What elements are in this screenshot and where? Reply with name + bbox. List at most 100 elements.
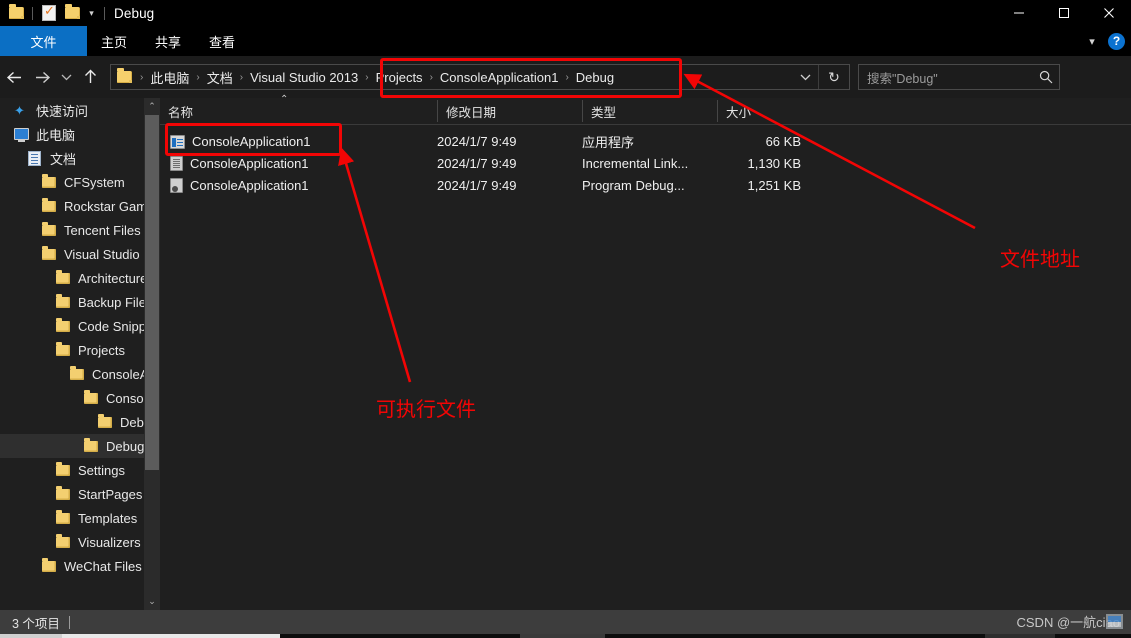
nav-item-icon: [84, 389, 106, 404]
folder-icon: [84, 437, 98, 452]
breadcrumb-separator-2[interactable]: ›: [236, 72, 247, 83]
address-dropdown-icon[interactable]: [792, 65, 818, 89]
folder-icon: [56, 461, 70, 476]
cell-date: 2024/1/7 9:49: [437, 134, 517, 149]
chevron-down-icon[interactable]: ▾: [1084, 35, 1100, 48]
nav-item-projects[interactable]: Projects: [0, 338, 144, 362]
star-icon: ✦: [14, 102, 25, 118]
nav-item-[interactable]: 此电脑: [0, 122, 144, 146]
nav-item-icon: [56, 461, 78, 476]
tab-view[interactable]: 查看: [195, 26, 249, 56]
new-folder-icon[interactable]: [62, 3, 82, 23]
breadcrumb-item-debug[interactable]: Debug: [573, 70, 617, 85]
table-row[interactable]: ConsoleApplication1 2024/1/7 9:49 Program …: [160, 175, 1131, 196]
column-header-type[interactable]: 类型: [582, 100, 717, 122]
nav-item-startpages[interactable]: StartPages: [0, 482, 144, 506]
nav-item-tencent-files[interactable]: Tencent Files: [0, 218, 144, 242]
nav-item-icon: [42, 221, 64, 236]
address-folder-icon: [117, 68, 132, 83]
folder-icon[interactable]: [6, 3, 26, 23]
nav-item-settings[interactable]: Settings: [0, 458, 144, 482]
nav-item-label: Rockstar Gam: [64, 198, 144, 214]
computer-icon: [14, 128, 29, 142]
program-debug-database-icon: [170, 178, 183, 193]
title-bar: ▾ Debug: [0, 0, 1131, 26]
scroll-down-button[interactable]: ⌄: [144, 593, 160, 610]
tab-share[interactable]: 共享: [141, 26, 195, 56]
nav-item-debug[interactable]: Debug: [0, 434, 144, 458]
breadcrumb-item-visual-studio-2013[interactable]: Visual Studio 2013: [247, 70, 361, 85]
folder-icon: [56, 341, 70, 356]
strip-seg-2: [62, 634, 280, 638]
breadcrumb-separator-4[interactable]: ›: [426, 72, 437, 83]
file-name-label: ConsoleApplication1: [192, 134, 311, 149]
nav-item-cfsystem[interactable]: CFSystem: [0, 170, 144, 194]
cell-name: ConsoleApplication1: [160, 134, 437, 149]
nav-item-debug[interactable]: Debug: [0, 410, 144, 434]
nav-item-icon: [56, 485, 78, 500]
table-row[interactable]: ConsoleApplication1 2024/1/7 9:49 Incremen…: [160, 153, 1131, 174]
customize-qat-dropdown-icon[interactable]: ▾: [85, 8, 98, 18]
forward-button[interactable]: [28, 62, 56, 92]
folder-icon: [42, 173, 56, 188]
tab-home[interactable]: 主页: [87, 26, 141, 56]
nav-item-wechat-files[interactable]: WeChat Files: [0, 554, 144, 578]
nav-item-visual-studio[interactable]: Visual Studio: [0, 242, 144, 266]
breadcrumb-item-documents[interactable]: 文档: [204, 68, 236, 87]
folder-icon: [42, 221, 56, 236]
nav-item-code-snipp[interactable]: Code Snipp: [0, 314, 144, 338]
nav-item-label: WeChat Files: [64, 558, 142, 574]
cell-size: 66 KB: [765, 134, 801, 149]
up-button[interactable]: [76, 62, 104, 92]
minimize-button[interactable]: [996, 0, 1041, 26]
column-header-name[interactable]: 名称 ⌃: [160, 94, 437, 122]
search-input[interactable]: 搜索"Debug": [859, 68, 1033, 87]
nav-item-label: Projects: [78, 342, 125, 358]
breadcrumb-separator-1[interactable]: ›: [192, 72, 203, 83]
nav-item-icon: [98, 413, 120, 428]
breadcrumb-separator-3[interactable]: ›: [361, 72, 372, 83]
close-button[interactable]: [1086, 0, 1131, 26]
breadcrumb-item-this-pc[interactable]: 此电脑: [147, 68, 192, 87]
column-header-size[interactable]: 大小: [717, 100, 801, 122]
search-icon[interactable]: [1033, 70, 1059, 84]
nav-item-architecture[interactable]: Architecture: [0, 266, 144, 290]
watermark-badge-icon: [1106, 614, 1123, 629]
nav-item-[interactable]: 文档: [0, 146, 144, 170]
breadcrumb-separator-5[interactable]: ›: [561, 72, 572, 83]
column-header-date[interactable]: 修改日期: [437, 100, 582, 122]
nav-item-templates[interactable]: Templates: [0, 506, 144, 530]
nav-item-[interactable]: ✦ 快速访问: [0, 98, 144, 122]
back-button[interactable]: [0, 62, 28, 92]
item-count-label: 3 个项目: [12, 616, 60, 631]
nav-item-rockstar-gam[interactable]: Rockstar Gam: [0, 194, 144, 218]
scroll-up-button[interactable]: ⌃: [144, 98, 160, 115]
breadcrumb-bar[interactable]: › 此电脑 › 文档 › Visual Studio 2013 › Projec…: [110, 64, 850, 90]
nav-item-label: ConsoleA: [106, 390, 144, 406]
folder-icon: [56, 269, 70, 284]
strip-seg-3: [520, 634, 605, 638]
help-icon[interactable]: ?: [1108, 32, 1125, 50]
refresh-icon[interactable]: ↻: [818, 65, 849, 89]
breadcrumb-item-projects[interactable]: Projects: [373, 70, 426, 85]
file-name-label: ConsoleApplication1: [190, 178, 309, 193]
navigation-scrollbar[interactable]: ⌃ ⌄: [144, 98, 160, 610]
table-row[interactable]: ConsoleApplication1 2024/1/7 9:49 应用程序 66 K…: [160, 131, 1131, 152]
maximize-button[interactable]: [1041, 0, 1086, 26]
nav-item-icon: [56, 341, 78, 356]
scrollbar-thumb[interactable]: [145, 115, 159, 470]
file-list-pane: 名称 ⌃ 修改日期 类型 大小 ConsoleApplication1 2024/…: [160, 94, 1131, 610]
nav-item-backup-files[interactable]: Backup Files: [0, 290, 144, 314]
breadcrumb-item-consoleapplication1[interactable]: ConsoleApplication1: [437, 70, 562, 85]
qat-divider-2: [104, 6, 105, 20]
recent-locations-button[interactable]: [56, 62, 76, 92]
cell-name: ConsoleApplication1: [160, 178, 437, 193]
nav-item-consolea[interactable]: ConsoleA: [0, 386, 144, 410]
status-left: 3 个项目: [0, 613, 70, 632]
tab-file[interactable]: 文件: [0, 26, 87, 56]
nav-item-consoleap[interactable]: ConsoleAp: [0, 362, 144, 386]
search-box[interactable]: 搜索"Debug": [858, 64, 1060, 90]
nav-item-visualizers[interactable]: Visualizers: [0, 530, 144, 554]
nav-item-label: Debug: [106, 438, 144, 454]
properties-icon[interactable]: [39, 3, 59, 23]
